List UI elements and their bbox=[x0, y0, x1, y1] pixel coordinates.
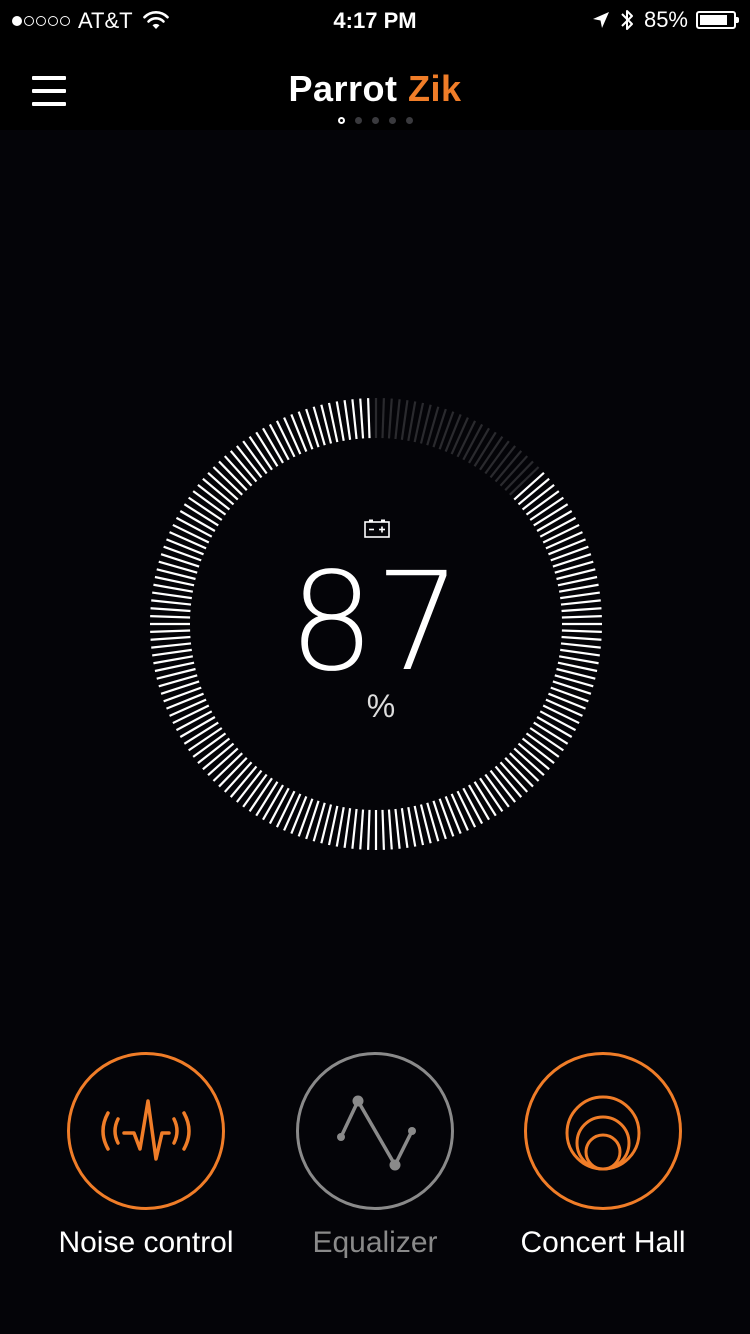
gauge-tick-empty bbox=[400, 400, 409, 440]
noise-control-button[interactable]: Noise control bbox=[26, 1052, 266, 1260]
noise-wave-icon bbox=[101, 1099, 191, 1161]
concert-hall-circles-icon bbox=[565, 1095, 641, 1171]
gauge-tick-filled bbox=[381, 809, 385, 850]
gauge-tick-filled bbox=[367, 809, 371, 850]
gauge-tick-filled bbox=[359, 809, 365, 850]
gauge-tick-empty bbox=[387, 398, 393, 439]
gauge-tick-filled bbox=[351, 399, 358, 440]
concert-hall-label: Concert Hall bbox=[520, 1226, 686, 1259]
noise-control-label: Noise control bbox=[58, 1226, 234, 1259]
gauge-tick-filled bbox=[343, 400, 352, 440]
gauge-tick-filled bbox=[343, 808, 352, 848]
app-title-product: Zik bbox=[408, 68, 462, 109]
app-title-brand: Parrot bbox=[288, 68, 398, 109]
gauge-tick-filled bbox=[290, 414, 308, 452]
gauge-tick-filled bbox=[400, 808, 409, 848]
gauge-tick-filled bbox=[275, 790, 296, 828]
page-dot[interactable] bbox=[354, 117, 362, 124]
location-arrow-icon bbox=[592, 12, 609, 28]
gauge-tick-filled bbox=[450, 793, 469, 831]
page-dot[interactable] bbox=[388, 117, 396, 124]
gauge-tick-empty bbox=[456, 420, 477, 458]
gauge-tick-filled bbox=[351, 808, 358, 849]
battery-level-unit: % bbox=[366, 688, 396, 724]
app-screen: AT&T 4:17 PM 85% Parrot Zik 87 % Noise c… bbox=[0, 0, 750, 1334]
gauge-tick-filled bbox=[169, 531, 207, 550]
gauge-tick-filled bbox=[456, 790, 477, 828]
status-right: 85% bbox=[592, 7, 739, 33]
nav-header: Parrot Zik bbox=[0, 40, 750, 130]
gauge-tick-empty bbox=[381, 398, 385, 439]
gauge-tick-filled bbox=[283, 417, 302, 455]
page-dot[interactable] bbox=[337, 117, 345, 124]
gauge-tick-filled bbox=[438, 798, 455, 837]
gauge-tick-empty bbox=[438, 411, 455, 450]
gauge-tick-filled bbox=[394, 808, 401, 849]
gauge-tick-filled bbox=[335, 401, 345, 442]
equalizer-ring bbox=[296, 1052, 454, 1210]
gauge-tick-filled bbox=[283, 793, 302, 831]
gauge-tick-empty bbox=[407, 401, 417, 442]
concert-hall-ring bbox=[524, 1052, 682, 1210]
gauge-tick-filled bbox=[275, 420, 296, 458]
bluetooth-icon bbox=[621, 10, 633, 30]
battery-charge-icon bbox=[364, 519, 390, 538]
gauge-tick-filled bbox=[172, 523, 210, 544]
gauge-tick-filled bbox=[545, 531, 583, 550]
noise-control-ring bbox=[67, 1052, 225, 1210]
gauge-tick-filled bbox=[359, 398, 365, 439]
gauge-tick-filled bbox=[367, 398, 371, 439]
page-dot[interactable] bbox=[371, 117, 379, 124]
app-title: Parrot Zik bbox=[0, 68, 750, 110]
gauge-tick-filled bbox=[297, 798, 314, 837]
concert-hall-button[interactable]: Concert Hall bbox=[483, 1052, 723, 1260]
battery-percent-text: 85% bbox=[643, 7, 688, 32]
battery-level-value: 87 bbox=[288, 544, 462, 702]
gauge-tick-empty bbox=[444, 414, 462, 452]
page-indicator[interactable] bbox=[0, 117, 750, 124]
equalizer-curve-icon bbox=[337, 1095, 416, 1171]
status-bar: AT&T 4:17 PM 85% bbox=[0, 0, 750, 40]
gauge-tick-filled bbox=[444, 796, 462, 834]
gauge-tick-filled bbox=[297, 411, 314, 450]
battery-icon bbox=[696, 11, 739, 29]
gauge-tick-filled bbox=[335, 806, 345, 847]
equalizer-button[interactable]: Equalizer bbox=[255, 1052, 495, 1260]
gauge-tick-empty bbox=[450, 417, 469, 455]
gauge-tick-filled bbox=[407, 806, 417, 847]
gauge-tick-empty bbox=[394, 399, 401, 440]
equalizer-label: Equalizer bbox=[312, 1226, 438, 1259]
gauge-tick-filled bbox=[290, 796, 308, 834]
gauge-tick-filled bbox=[542, 523, 580, 544]
battery-fill bbox=[700, 15, 727, 25]
page-dot[interactable] bbox=[405, 117, 413, 124]
gauge-tick-filled bbox=[387, 809, 393, 850]
